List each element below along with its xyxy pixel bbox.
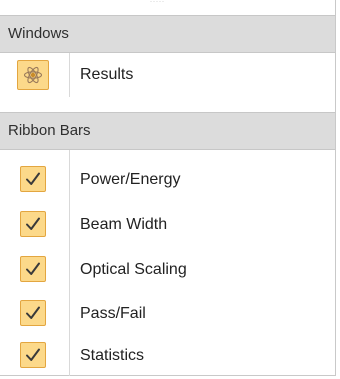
checkmark-icon	[26, 262, 40, 275]
results-atom-icon	[23, 66, 43, 84]
menu-item-power-energy[interactable]: Power/Energy	[0, 158, 335, 202]
section-title-windows: Windows	[8, 25, 69, 42]
checkmark-box	[20, 256, 46, 282]
menu-grip-handle: ·····	[150, 0, 165, 5]
checkmark-box	[20, 300, 46, 326]
checkmark-icon	[26, 217, 40, 230]
checkmark-icon	[26, 172, 40, 185]
section-header-windows: Windows	[0, 15, 335, 53]
menu-item-beam-width[interactable]: Beam Width	[0, 203, 335, 247]
checkmark-icon	[26, 306, 40, 319]
checkmark-box	[20, 342, 46, 368]
menu-item-label-optical-scaling: Optical Scaling	[80, 261, 187, 278]
view-menu-dropdown: ····· Windows Results Ribbon Bars Power/…	[0, 0, 336, 376]
checkmark-icon	[26, 348, 40, 361]
menu-item-results[interactable]: Results	[0, 53, 335, 97]
checkmark-box	[20, 166, 46, 192]
menu-item-statistics[interactable]: Statistics	[0, 334, 335, 378]
menu-item-label-power-energy: Power/Energy	[80, 171, 181, 188]
results-icon-box	[17, 60, 49, 90]
checkmark-box	[20, 211, 46, 237]
menu-item-label-beam-width: Beam Width	[80, 216, 168, 233]
menu-item-label-results: Results	[80, 66, 134, 83]
section-title-ribbon-bars: Ribbon Bars	[8, 122, 91, 139]
menu-item-pass-fail[interactable]: Pass/Fail	[0, 292, 335, 336]
menu-item-label-statistics: Statistics	[80, 347, 145, 364]
menu-item-optical-scaling[interactable]: Optical Scaling	[0, 248, 335, 292]
section-header-ribbon-bars: Ribbon Bars	[0, 112, 335, 150]
menu-item-label-pass-fail: Pass/Fail	[80, 305, 146, 322]
